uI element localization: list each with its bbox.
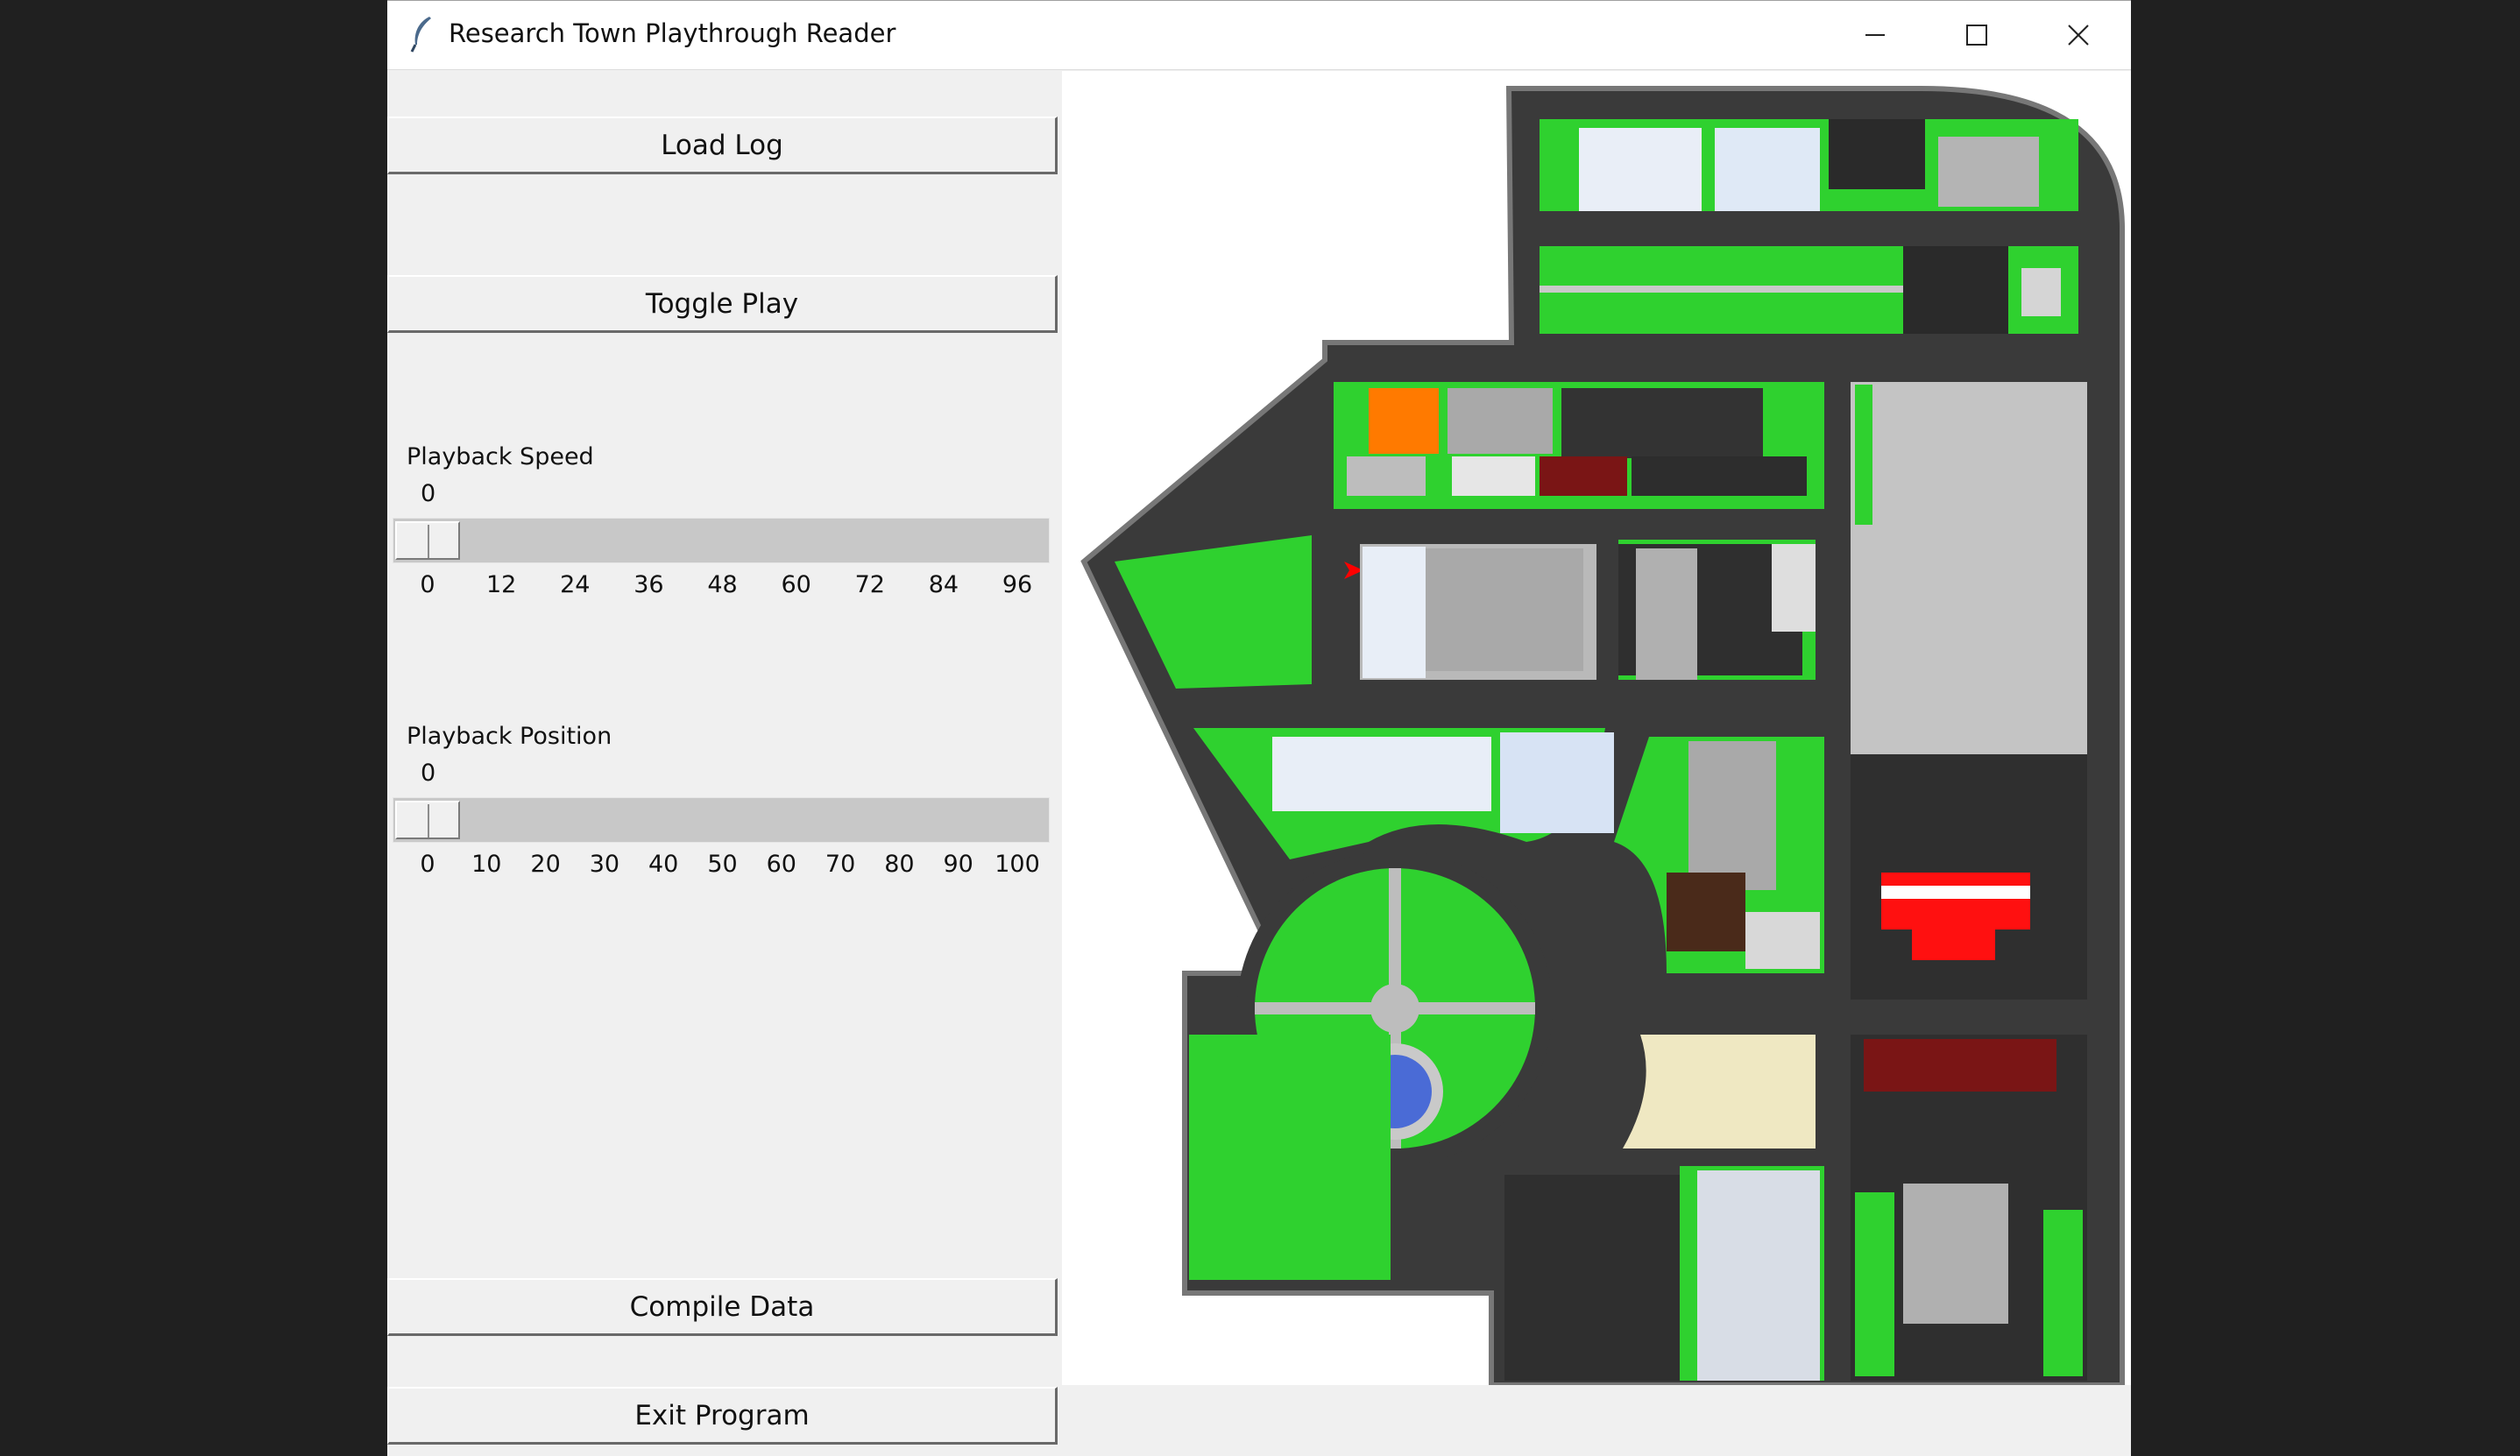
building [1772,544,1816,632]
cream-building [1623,1035,1816,1149]
grass-strip [1855,385,1872,525]
tick-label: 0 [420,851,435,878]
tick-label: 84 [928,571,959,598]
exit-program-button[interactable]: Exit Program [387,1387,1058,1445]
tick-label: 20 [530,851,561,878]
building [1363,547,1426,678]
close-icon [2068,25,2089,46]
playback-speed-label: Playback Speed [407,443,594,470]
large-building [1851,382,2087,754]
red-building [1881,873,2030,929]
building [1417,548,1583,671]
stripe [1881,886,2030,899]
parking-lot [1903,246,2008,334]
tick-label: 60 [781,571,811,598]
building [1745,912,1820,969]
grass-strip [1855,1192,1894,1376]
parking-lot [1504,1175,1680,1381]
load-log-button[interactable]: Load Log [387,117,1058,174]
building [1448,388,1553,454]
brown-building [1667,873,1745,951]
path-center [1370,984,1419,1033]
title-bar[interactable]: Research Town Playthrough Reader [387,1,2131,70]
sidewalk [1540,286,1912,293]
tick-label: 90 [943,851,973,878]
building [1347,456,1426,496]
toggle-play-button[interactable]: Toggle Play [387,275,1058,333]
building [2021,268,2061,316]
tick-label: 70 [825,851,856,878]
playback-speed-handle[interactable] [395,521,460,560]
orange-building [1369,388,1439,454]
tick-label: 100 [995,851,1040,878]
parking-lot [1632,456,1807,496]
tick-label: 40 [648,851,679,878]
minimize-button[interactable] [1824,1,1926,69]
maximize-button[interactable] [1926,1,2028,69]
tick-label: 96 [1002,571,1033,598]
grass-strip [2043,1210,2083,1376]
tick-label: 36 [634,571,664,598]
maximize-icon [1966,25,1987,46]
parking-lot [1829,119,1925,189]
playback-speed-slider[interactable] [393,518,1050,563]
building [1697,1170,1820,1381]
red-building [1540,456,1627,496]
compile-data-button[interactable]: Compile Data [387,1278,1058,1336]
minimize-icon [1865,34,1885,36]
control-panel: Load Log Toggle Play Playback Speed 0 0 1… [387,71,1062,1456]
tick-label: 0 [420,571,435,598]
building [1500,732,1614,833]
town-map[interactable] [1062,71,2131,1385]
playback-position-handle[interactable] [395,801,460,839]
building [1452,456,1535,496]
building [1715,128,1820,211]
tick-label: 50 [707,851,738,878]
playback-speed-value: 0 [421,480,436,507]
red-building [1864,1039,2056,1092]
red-building [1912,925,1995,960]
tick-label: 72 [854,571,885,598]
tick-label: 10 [471,851,502,878]
tick-label: 24 [560,571,591,598]
playback-position-slider[interactable] [393,797,1050,843]
window-title: Research Town Playthrough Reader [449,18,896,48]
tick-label: 48 [707,571,738,598]
playback-position-label: Playback Position [407,723,612,750]
building [1688,741,1776,890]
parking-lot [1561,388,1763,458]
building [1903,1184,2008,1324]
building [1636,548,1697,680]
building [1272,737,1491,811]
feather-icon [410,17,431,53]
tick-label: 12 [485,571,517,598]
town-map-image [1080,86,2125,1385]
tick-label: 80 [884,851,915,878]
building [1938,137,2039,207]
grass-block [1189,1035,1391,1280]
tick-label: 60 [766,851,796,878]
close-button[interactable] [2028,1,2129,69]
playback-position-value: 0 [421,760,436,787]
tick-label: 30 [589,851,620,878]
app-window: Research Town Playthrough Reader Load Lo… [387,0,2131,1456]
building [1579,128,1702,211]
